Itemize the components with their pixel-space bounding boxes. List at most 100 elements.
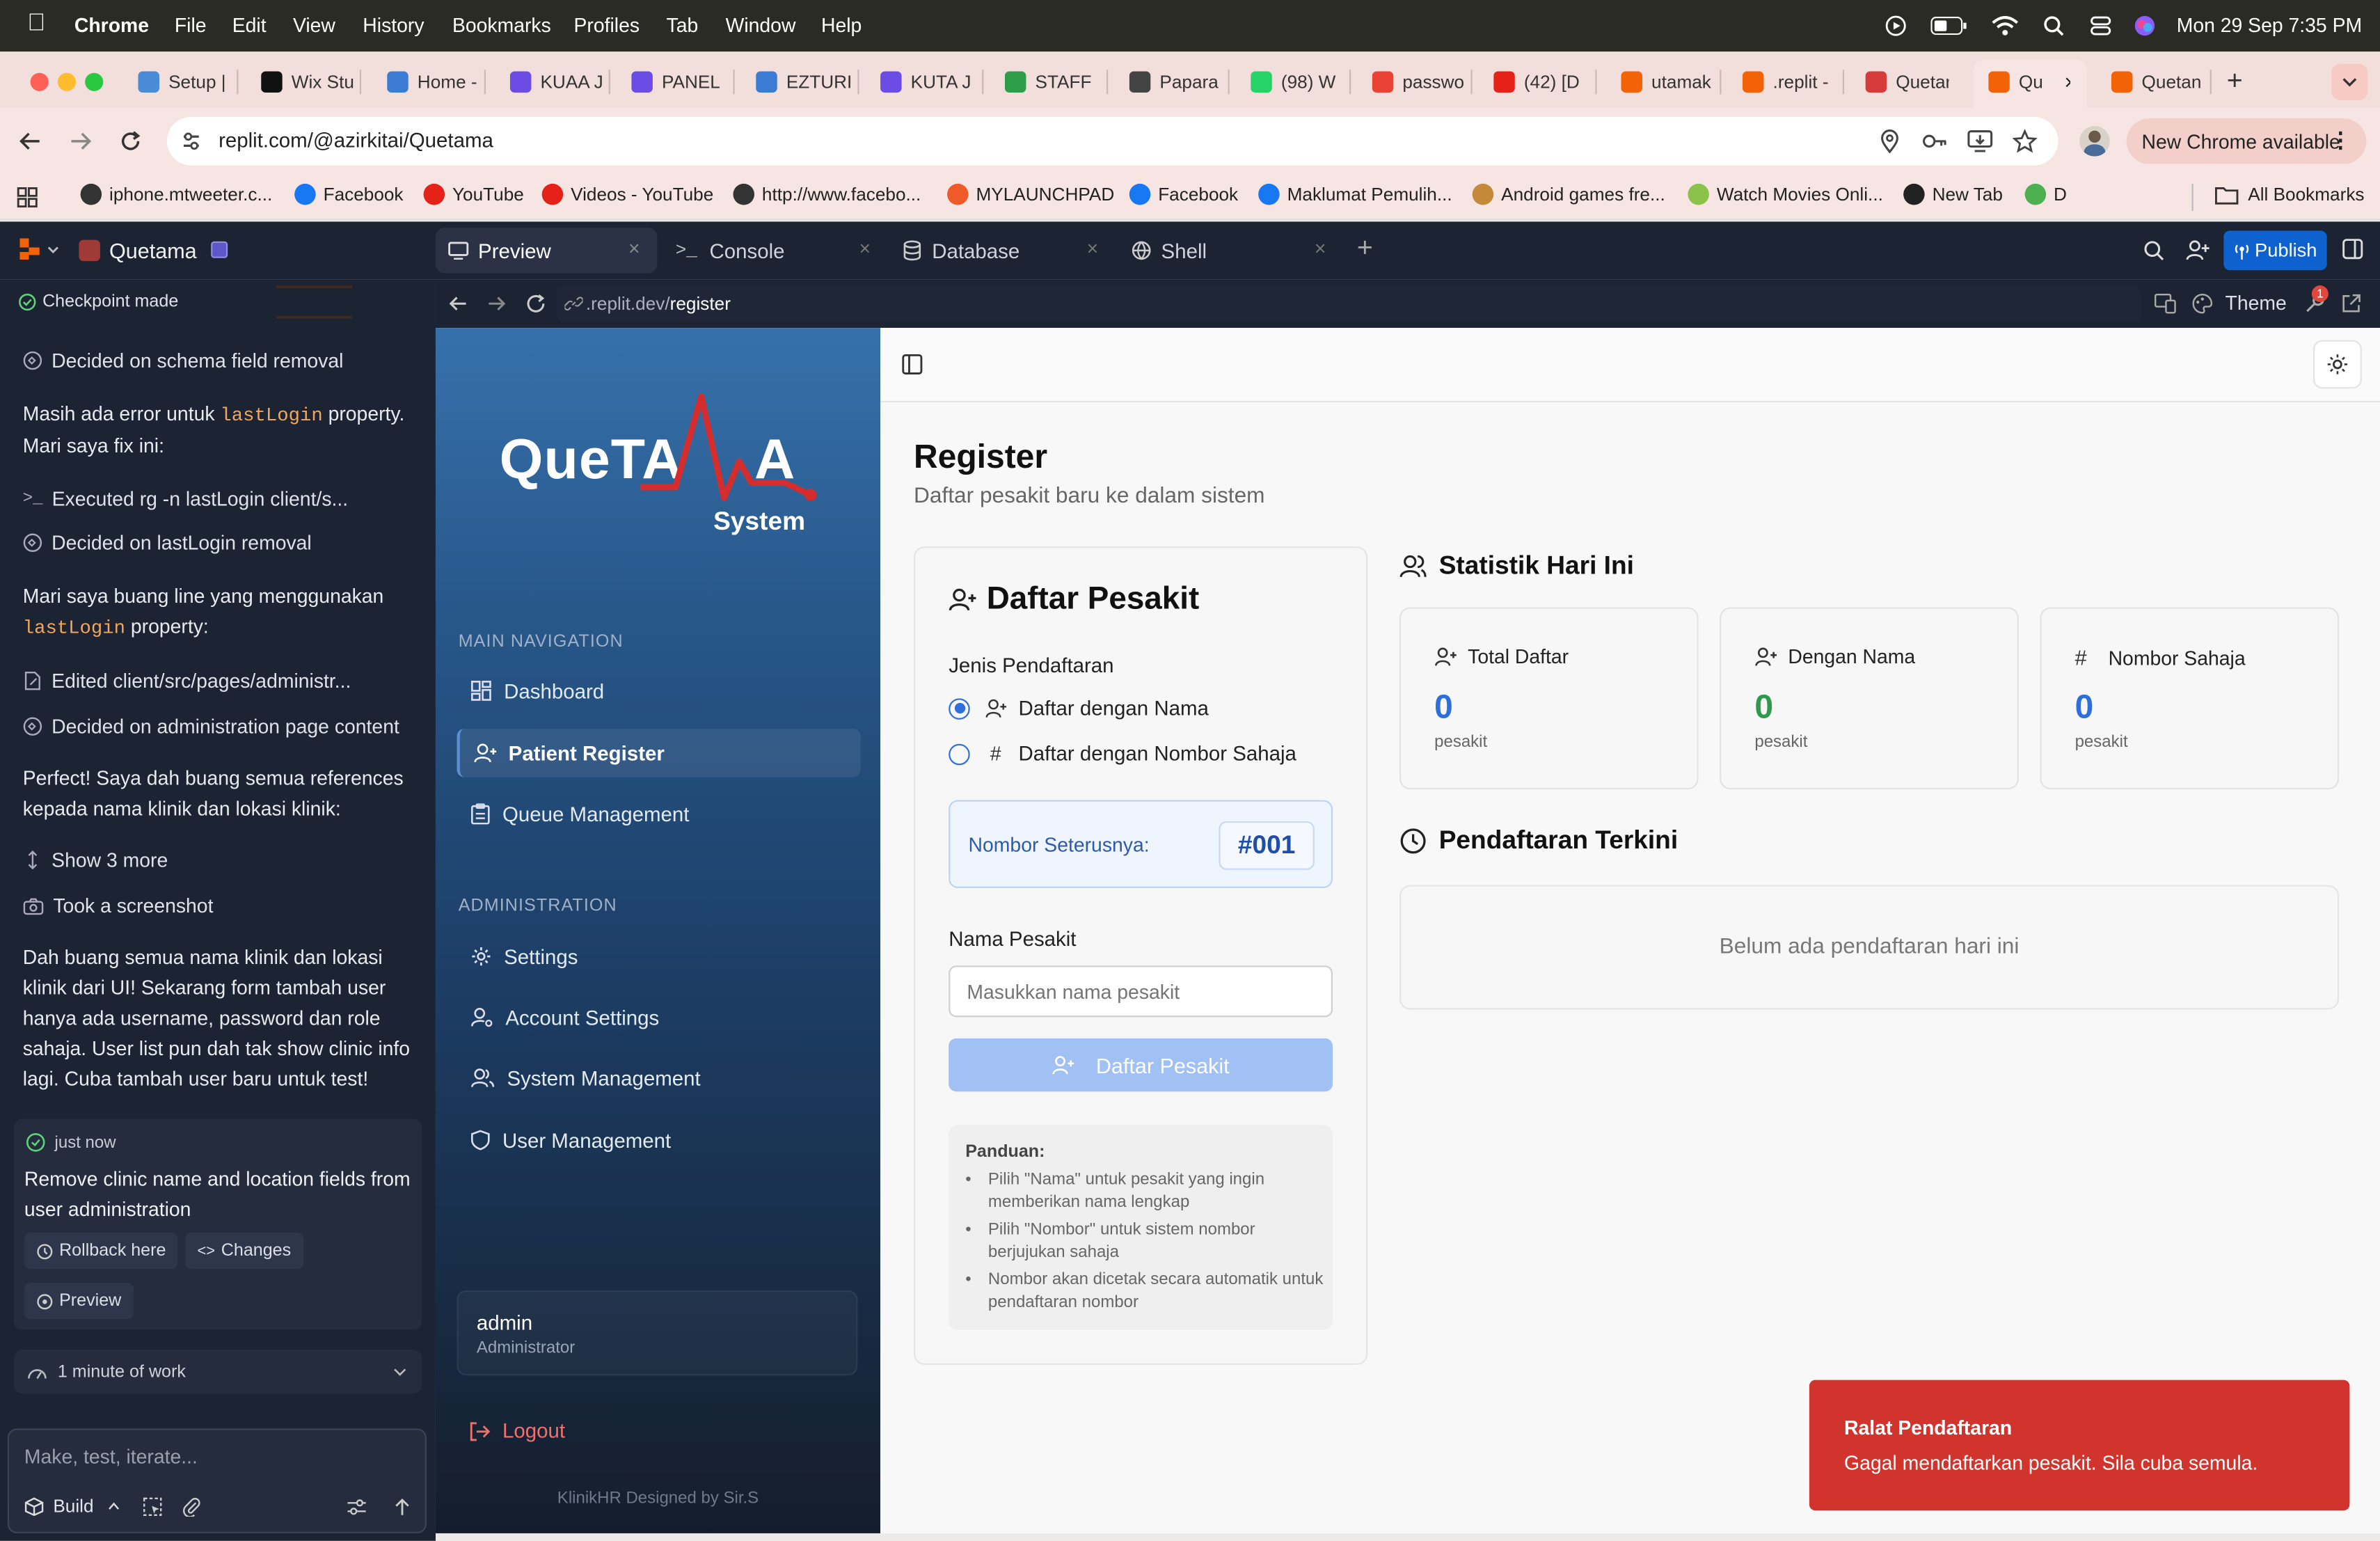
bookmark-item[interactable]: MYLAUNCHPAD <box>947 183 1114 205</box>
profile-avatar[interactable] <box>2079 126 2110 157</box>
tab-shell[interactable]: Shell × <box>1131 228 1343 273</box>
menu-bookmarks[interactable]: Bookmarks <box>452 14 551 37</box>
install-app-icon[interactable] <box>1967 129 1994 153</box>
search-icon[interactable] <box>2143 240 2165 262</box>
password-key-icon[interactable] <box>1921 131 1949 152</box>
step-edited-file[interactable]: Edited client/src/pages/administr... <box>23 670 351 693</box>
work-duration-toggle[interactable]: 1 minute of work <box>13 1350 422 1394</box>
paperclip-icon[interactable] <box>182 1497 200 1517</box>
new-tab-plus-icon[interactable]: + <box>2227 65 2243 97</box>
close-icon[interactable]: × <box>859 237 871 260</box>
menu-tab[interactable]: Tab <box>667 14 699 37</box>
menu-app-name[interactable]: Chrome <box>74 14 149 37</box>
browser-tab[interactable]: STAFF <box>1004 64 1104 100</box>
chevron-down-icon[interactable] <box>47 246 59 255</box>
zoom-window-button[interactable] <box>85 72 104 91</box>
browser-tab[interactable]: PANEL <box>631 64 730 100</box>
tab-console[interactable]: >_ Console × <box>672 228 894 273</box>
browser-tab[interactable]: .replit - <box>1742 64 1840 100</box>
all-bookmarks-button[interactable]: All Bookmarks <box>2214 184 2365 205</box>
nav-user-management[interactable]: User Management <box>457 1116 861 1164</box>
project-name[interactable]: Quetama <box>109 238 197 262</box>
menu-view[interactable]: View <box>293 14 335 37</box>
menu-profiles[interactable]: Profiles <box>573 14 640 37</box>
site-info-icon[interactable] <box>179 129 203 153</box>
back-arrow-icon[interactable] <box>18 129 42 153</box>
close-icon[interactable]: × <box>628 237 640 260</box>
bookmark-item[interactable]: Watch Movies Onli... <box>1688 183 1883 205</box>
step-lastlogin-removal[interactable]: Decided on lastLogin removal <box>23 531 312 554</box>
close-icon[interactable]: × <box>1315 237 1326 260</box>
settings-sliders-icon[interactable] <box>346 1497 367 1517</box>
bookmark-item[interactable]: New Tab <box>1903 183 2003 205</box>
new-chrome-available-button[interactable]: New Chrome available ⋮ <box>2126 118 2367 164</box>
menu-file[interactable]: File <box>175 14 207 37</box>
open-external-icon[interactable] <box>2340 293 2362 315</box>
address-bar[interactable]: replit.com/@azirkitai/Quetama <box>166 116 2058 166</box>
new-tab-plus-icon[interactable]: + <box>1357 232 1373 264</box>
tab-search-button[interactable] <box>2331 63 2368 100</box>
close-window-button[interactable] <box>30 72 49 91</box>
bookmark-star-icon[interactable] <box>2013 129 2038 153</box>
back-arrow-icon[interactable] <box>447 293 469 315</box>
reload-icon[interactable] <box>525 293 547 315</box>
bookmark-item[interactable]: Facebook <box>294 183 404 205</box>
tab-preview[interactable]: Preview × <box>435 228 658 274</box>
control-center-icon[interactable] <box>2090 15 2111 37</box>
theme-toggle-button[interactable] <box>2313 340 2362 389</box>
tab-database[interactable]: Database × <box>903 228 1116 273</box>
radio-register-by-number[interactable]: # Daftar dengan Nombor Sahaja <box>949 743 1296 765</box>
forward-arrow-icon[interactable] <box>486 293 507 315</box>
sidebar-toggle-icon[interactable] <box>902 354 923 375</box>
browser-tab[interactable]: KUTA J <box>880 64 979 100</box>
changes-button[interactable]: <> Changes <box>185 1233 303 1270</box>
wifi-icon[interactable] <box>1992 15 2019 37</box>
agent-input-box[interactable]: Make, test, iterate... Build <box>7 1428 427 1533</box>
bookmark-item[interactable]: Maklumat Pemulih... <box>1258 183 1452 205</box>
browser-tab[interactable]: Qu × <box>1988 64 2070 100</box>
browser-tab[interactable]: passwo <box>1372 64 1468 100</box>
browser-tab[interactable]: EZTURI <box>756 64 855 100</box>
theme-button[interactable]: Theme <box>2226 292 2287 315</box>
menu-history[interactable]: History <box>363 14 424 37</box>
send-arrow-up-icon[interactable] <box>393 1497 411 1517</box>
logout-button[interactable]: Logout <box>469 1419 565 1442</box>
preview-checkpoint-button[interactable]: Preview <box>24 1283 134 1320</box>
location-icon[interactable] <box>1879 129 1901 154</box>
step-schema-field[interactable]: Decided on schema field removal <box>23 349 343 372</box>
step-screenshot[interactable]: Took a screenshot <box>23 894 214 917</box>
bookmark-item[interactable]: Videos - YouTube <box>541 183 713 205</box>
browser-tab[interactable]: (98) W <box>1251 64 1346 100</box>
reload-icon[interactable] <box>118 129 143 153</box>
step-admin-page[interactable]: Decided on administration page content <box>23 715 399 738</box>
nav-dashboard[interactable]: Dashboard <box>457 667 861 716</box>
browser-tab[interactable]: Quetan <box>1865 64 1949 100</box>
url-text[interactable]: replit.com/@azirkitai/Quetama <box>219 129 493 152</box>
rollback-button[interactable]: Rollback here <box>24 1233 178 1270</box>
nav-account-settings[interactable]: Account Settings <box>457 993 861 1041</box>
nav-patient-register[interactable]: Patient Register <box>457 728 861 777</box>
minimize-window-button[interactable] <box>57 72 77 91</box>
register-patient-button[interactable]: Daftar Pesakit <box>949 1038 1333 1092</box>
battery-icon[interactable] <box>1930 16 1967 35</box>
browser-tab[interactable]: Setup | <box>138 64 233 100</box>
browser-tab[interactable]: Quetan <box>2111 64 2207 100</box>
browser-tab[interactable]: (42) [D <box>1493 64 1592 100</box>
replit-logo-icon[interactable] <box>19 238 41 260</box>
publish-button[interactable]: Publish <box>2223 230 2327 271</box>
step-executed-command[interactable]: >_ Executed rg -n lastLogin client/s... <box>23 487 348 510</box>
spotlight-search-icon[interactable] <box>2043 15 2065 37</box>
close-icon[interactable]: × <box>1087 237 1099 260</box>
radio-register-by-name[interactable]: Daftar dengan Nama <box>949 697 1209 720</box>
bookmark-item[interactable]: Facebook <box>1129 183 1238 205</box>
browser-tab[interactable]: Papara <box>1129 64 1225 100</box>
browser-tab[interactable]: KUAA J <box>509 64 605 100</box>
nav-queue-management[interactable]: Queue Management <box>457 789 861 838</box>
nav-settings[interactable]: Settings <box>457 932 861 981</box>
user-profile-card[interactable]: admin Administrator <box>457 1290 858 1376</box>
menu-help[interactable]: Help <box>821 14 862 37</box>
patient-name-input[interactable] <box>949 965 1333 1018</box>
preview-url-bar[interactable]: .replit.dev/register <box>557 285 2142 322</box>
error-toast[interactable]: Ralat Pendaftaran Gagal mendaftarkan pes… <box>1809 1380 2350 1511</box>
bookmark-item[interactable]: D <box>2024 183 2067 205</box>
